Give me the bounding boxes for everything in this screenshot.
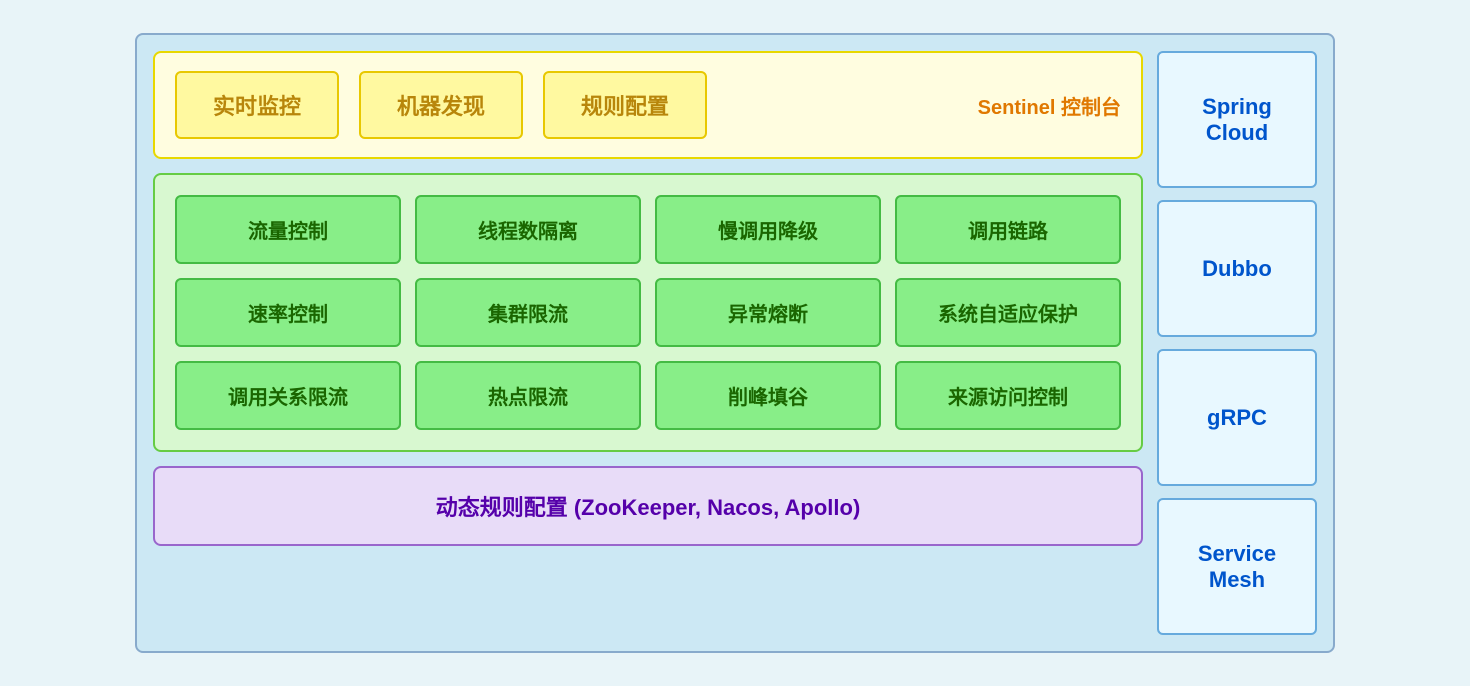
sidebar-service-mesh: Service Mesh	[1157, 498, 1317, 635]
sentinel-panel: 实时监控 机器发现 规则配置 Sentinel 控制台	[153, 51, 1143, 159]
feature-flow-control: 流量控制	[175, 195, 401, 264]
sidebar-grpc: gRPC	[1157, 349, 1317, 486]
features-panel: 流量控制 线程数隔离 慢调用降级 调用链路 速率控制 集群限流 异常熔断 系统自…	[153, 173, 1143, 452]
feature-peak-shaving: 削峰填谷	[655, 361, 881, 430]
feature-source-access-control: 来源访问控制	[895, 361, 1121, 430]
dynamic-rules-panel: 动态规则配置 (ZooKeeper, Nacos, Apollo)	[153, 466, 1143, 546]
feature-exception-breaker: 异常熔断	[655, 278, 881, 347]
feature-slow-call-degrade: 慢调用降级	[655, 195, 881, 264]
sidebar-spring-cloud: Spring Cloud	[1157, 51, 1317, 188]
sidebar: Spring Cloud Dubbo gRPC Service Mesh	[1157, 51, 1317, 635]
feature-relation-limit: 调用关系限流	[175, 361, 401, 430]
dynamic-rules-label: 动态规则配置 (ZooKeeper, Nacos, Apollo)	[436, 495, 861, 520]
features-row-1: 流量控制 线程数隔离 慢调用降级 调用链路	[175, 195, 1121, 264]
main-container: 实时监控 机器发现 规则配置 Sentinel 控制台 流量控制 线程数隔离 慢…	[135, 33, 1335, 653]
features-row-2: 速率控制 集群限流 异常熔断 系统自适应保护	[175, 278, 1121, 347]
feature-adaptive-protect: 系统自适应保护	[895, 278, 1121, 347]
sentinel-boxes: 实时监控 机器发现 规则配置	[175, 71, 968, 139]
sentinel-box-discovery: 机器发现	[359, 71, 523, 139]
feature-cluster-limit: 集群限流	[415, 278, 641, 347]
main-content-area: 实时监控 机器发现 规则配置 Sentinel 控制台 流量控制 线程数隔离 慢…	[153, 51, 1143, 635]
features-row-3: 调用关系限流 热点限流 削峰填谷 来源访问控制	[175, 361, 1121, 430]
sentinel-box-rules: 规则配置	[543, 71, 707, 139]
sentinel-box-monitor: 实时监控	[175, 71, 339, 139]
feature-hotspot-limit: 热点限流	[415, 361, 641, 430]
feature-thread-isolation: 线程数隔离	[415, 195, 641, 264]
sidebar-dubbo: Dubbo	[1157, 200, 1317, 337]
sentinel-label: Sentinel 控制台	[978, 91, 1121, 120]
feature-call-chain: 调用链路	[895, 195, 1121, 264]
feature-rate-control: 速率控制	[175, 278, 401, 347]
